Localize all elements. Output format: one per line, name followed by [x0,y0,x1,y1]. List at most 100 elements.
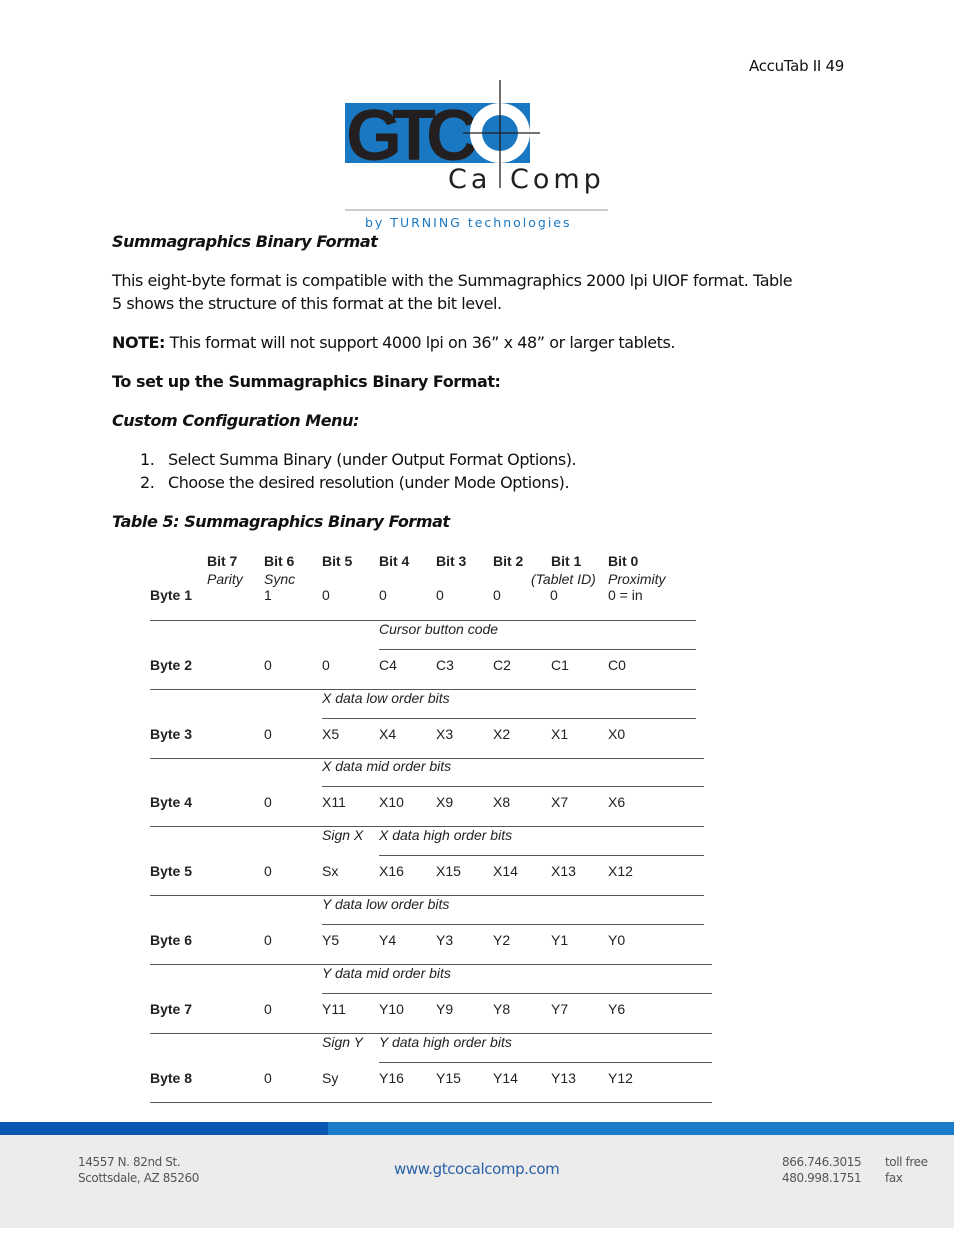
bit-cell: 0 [264,932,272,948]
bit-cell: X9 [436,794,454,811]
bit-cell: X10 [379,794,404,811]
bit-cell: X12 [608,863,633,880]
bit-cell: Y7 [551,1000,569,1017]
bit-cell: 1 [264,587,272,603]
bit-cell: Y4 [379,932,397,948]
bit-sublabel-parity: Parity [207,571,243,587]
step-text: Choose the desired resolution (under Mod… [168,473,570,492]
footer-phone-labels: toll free fax [885,1154,928,1186]
bit-cell: Y8 [493,1000,511,1017]
logo-tagline: by TURNING technologies [365,215,572,230]
bit-cell: C4 [379,656,397,673]
phone-tollfree: 866.746.3015 [782,1155,862,1169]
note-text: This format will not support 4000 lpi on… [165,333,676,352]
phone-fax: 480.998.1751 [782,1171,862,1185]
setup-heading: To set up the Summagraphics Binary Forma… [112,372,501,391]
menu-heading: Custom Configuration Menu: [112,411,359,430]
bit-sublabel-proximity: Proximity [608,571,666,587]
bit-header: Bit 5 [322,553,353,569]
bit-cell: 0 [264,725,272,742]
bit-cell: X0 [608,725,626,742]
page-number-label: AccuTab II 49 [749,57,844,75]
footer-bar-light [328,1122,954,1135]
bit-cell: 0 [493,587,501,603]
group-overline [379,855,704,857]
bit-group-label: Sign X [322,827,364,844]
address-line1: 14557 N. 82nd St. [78,1155,181,1169]
bit-cell: C1 [551,656,569,673]
footer: 14557 N. 82nd St. Scottsdale, AZ 85260 w… [0,1135,954,1228]
website-link[interactable]: www.gtcocalcomp.com [394,1161,560,1177]
bit-cell: Y16 [379,1069,404,1086]
logo-ca-text: Ca [448,164,491,195]
bit-cell: Y5 [322,932,340,948]
bit-group-label: Y data mid order bits [322,964,451,981]
bit-cell: C2 [493,656,511,673]
bit-cell: 0 [264,794,272,811]
bit-cell: X11 [322,794,346,811]
phone-tollfree-label: toll free [885,1155,928,1169]
bit-cell: Y11 [322,1000,346,1017]
row-divider [150,1101,712,1103]
bit-header: Bit 6 [264,553,295,569]
group-overline [322,924,704,925]
group-overline [379,1061,712,1063]
bit-cell: Sx [322,863,339,880]
bit-cell: Y9 [436,1000,454,1017]
bit-cell: X7 [551,794,569,811]
byte-label: Byte 2 [150,656,193,673]
logo-comp-text: Comp [510,164,605,195]
address-line2: Scottsdale, AZ 85260 [78,1171,199,1185]
byte-label: Byte 3 [150,725,193,742]
bit-cell: X1 [551,725,569,742]
group-overline [322,717,696,719]
step-number: 1. [140,450,155,469]
byte-label: Byte 4 [150,794,193,811]
intro-paragraph-line1: This eight-byte format is compatible wit… [112,271,793,290]
bit-cell: 0 [436,587,444,603]
bit-cell: 0 [550,587,558,603]
bit-cell: X15 [436,863,461,880]
gtco-calcomp-logo: GTC Ca Comp by TURNING technologies [345,80,608,230]
bit-sublabel-sync: Sync [264,571,296,587]
bit-header: Bit 1 [551,553,582,569]
bit-cell: X3 [436,725,454,742]
bit-cell: 0 = in [608,587,643,603]
byte-label: Byte 1 [150,587,193,603]
bit-group-label: Y data high order bits [379,1033,512,1050]
bit-cell: Y15 [436,1069,461,1086]
bit-group-label: X data mid order bits [322,758,452,775]
bit-cell: X4 [379,725,397,742]
bit-group-label: Y data low order bits [322,896,450,912]
footer-address: 14557 N. 82nd St. Scottsdale, AZ 85260 [78,1154,199,1186]
footer-bar-dark [0,1122,328,1135]
bit-group-label: Cursor button code [379,620,499,637]
bit-header: Bit 7 [207,553,238,569]
byte-label: Byte 5 [150,863,193,880]
bit-cell: C3 [436,656,454,673]
bit-cell: X6 [608,794,626,811]
bit-group-label: X data low order bits [322,689,450,706]
bit-cell: Y0 [608,932,626,948]
bit-group-label: X data high order bits [379,827,513,844]
bit-cell: X5 [322,725,340,742]
bit-cell: 0 [264,1069,272,1086]
bit-cell: X14 [493,863,518,880]
step-number: 2. [140,473,155,492]
group-overline [379,648,696,650]
bit-group-label: Sign Y [322,1033,363,1050]
bit-header: Bit 3 [436,553,467,569]
bit-cell: 0 [264,656,272,673]
bit-cell: 0 [322,656,330,673]
bit-cell: Y13 [551,1069,576,1086]
bit-cell: X8 [493,794,511,811]
bit-header: Bit 4 [379,553,410,569]
bit-cell: Y14 [493,1069,518,1086]
note-label: NOTE: [112,333,165,352]
bit-cell: X16 [379,863,404,880]
footer-phone-numbers: 866.746.3015 480.998.1751 [782,1154,862,1186]
bit-cell: C0 [608,656,626,673]
bit-cell: Sy [322,1069,339,1086]
bit-cell: Y1 [551,932,569,948]
byte-label: Byte 8 [150,1069,193,1086]
